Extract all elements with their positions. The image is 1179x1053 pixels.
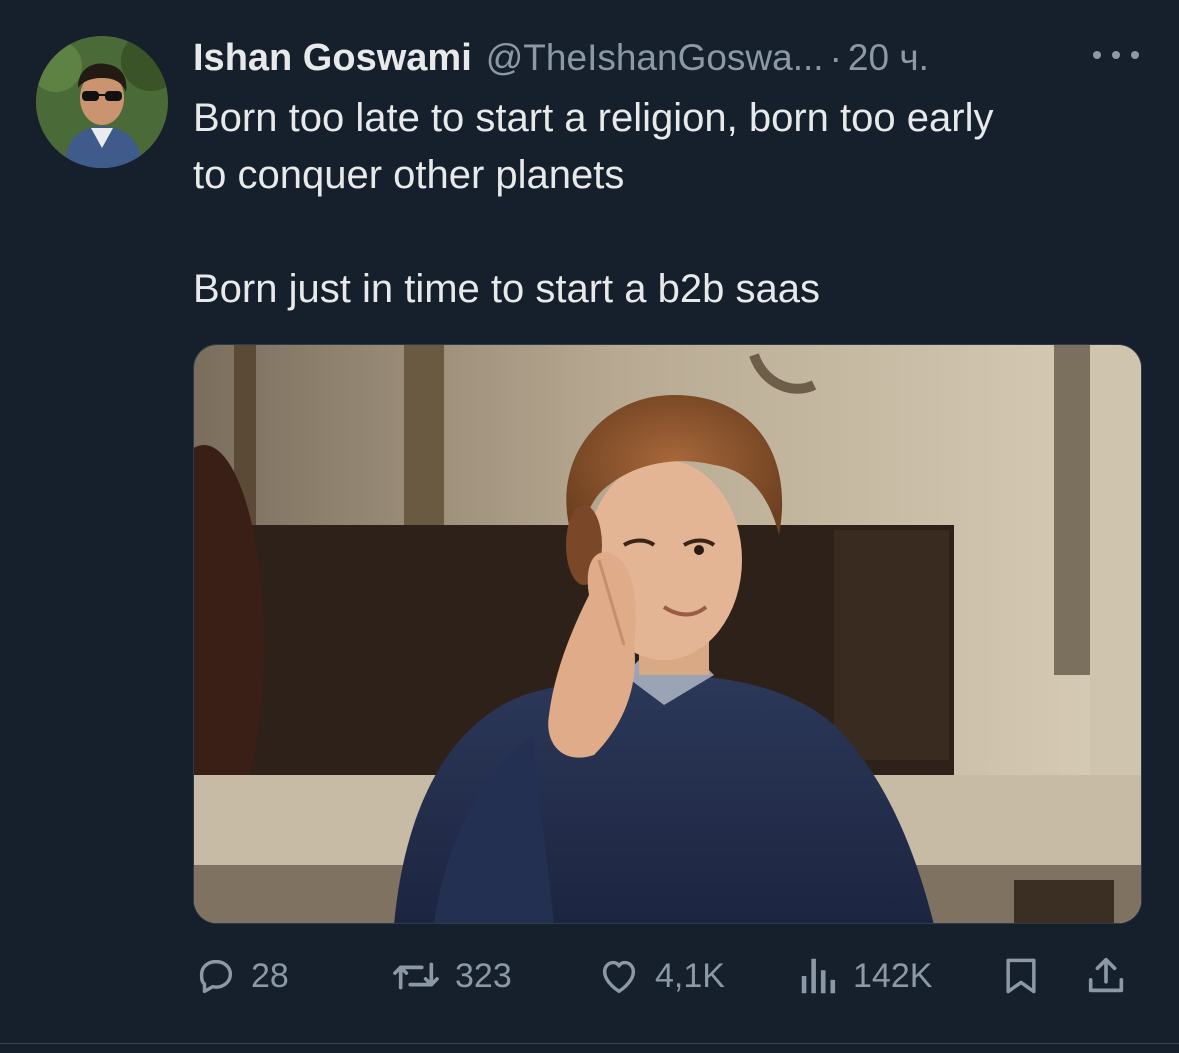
- repost-count: 323: [455, 956, 512, 995]
- post-text: Born too late to start a religion, born …: [193, 90, 1133, 318]
- reply-count: 28: [251, 956, 289, 995]
- views-count: 142K: [853, 956, 933, 995]
- like-count: 4,1K: [655, 956, 725, 995]
- post-image[interactable]: [193, 344, 1142, 924]
- avatar[interactable]: [36, 36, 168, 168]
- bookmark-button[interactable]: [999, 948, 1043, 1004]
- share-button[interactable]: [1083, 948, 1129, 1004]
- separator-dot: ·: [829, 37, 842, 78]
- post-time[interactable]: 20 ч.: [848, 37, 929, 79]
- reply-button[interactable]: 28: [193, 948, 289, 1004]
- reply-icon: [199, 959, 233, 994]
- share-icon: [1088, 957, 1124, 993]
- post-header: Ishan Goswami @TheIshanGoswa... · 20 ч.: [193, 34, 1143, 82]
- post-text-line: Born too late to start a religion, born …: [193, 96, 994, 140]
- repost-button[interactable]: 323: [389, 948, 512, 1004]
- like-button[interactable]: 4,1K: [595, 948, 725, 1004]
- post-actions: 28 323 4,1K 142K: [193, 948, 1138, 1004]
- more-dots-icon[interactable]: [1093, 40, 1139, 70]
- post-text-line: Born just in time to start a b2b saas: [193, 267, 820, 311]
- post-divider: [0, 1043, 1179, 1044]
- post-card: Ishan Goswami @TheIshanGoswa... · 20 ч. …: [0, 0, 1179, 1053]
- bookmark-icon: [1006, 958, 1036, 994]
- user-handle[interactable]: @TheIshanGoswa...: [486, 37, 824, 79]
- heart-icon: [602, 960, 636, 994]
- repost-icon: [393, 962, 439, 990]
- views-button[interactable]: 142K: [797, 948, 932, 1004]
- display-name[interactable]: Ishan Goswami: [193, 37, 472, 80]
- post-text-line: to conquer other planets: [193, 153, 625, 197]
- views-bar-chart-icon: [801, 958, 836, 994]
